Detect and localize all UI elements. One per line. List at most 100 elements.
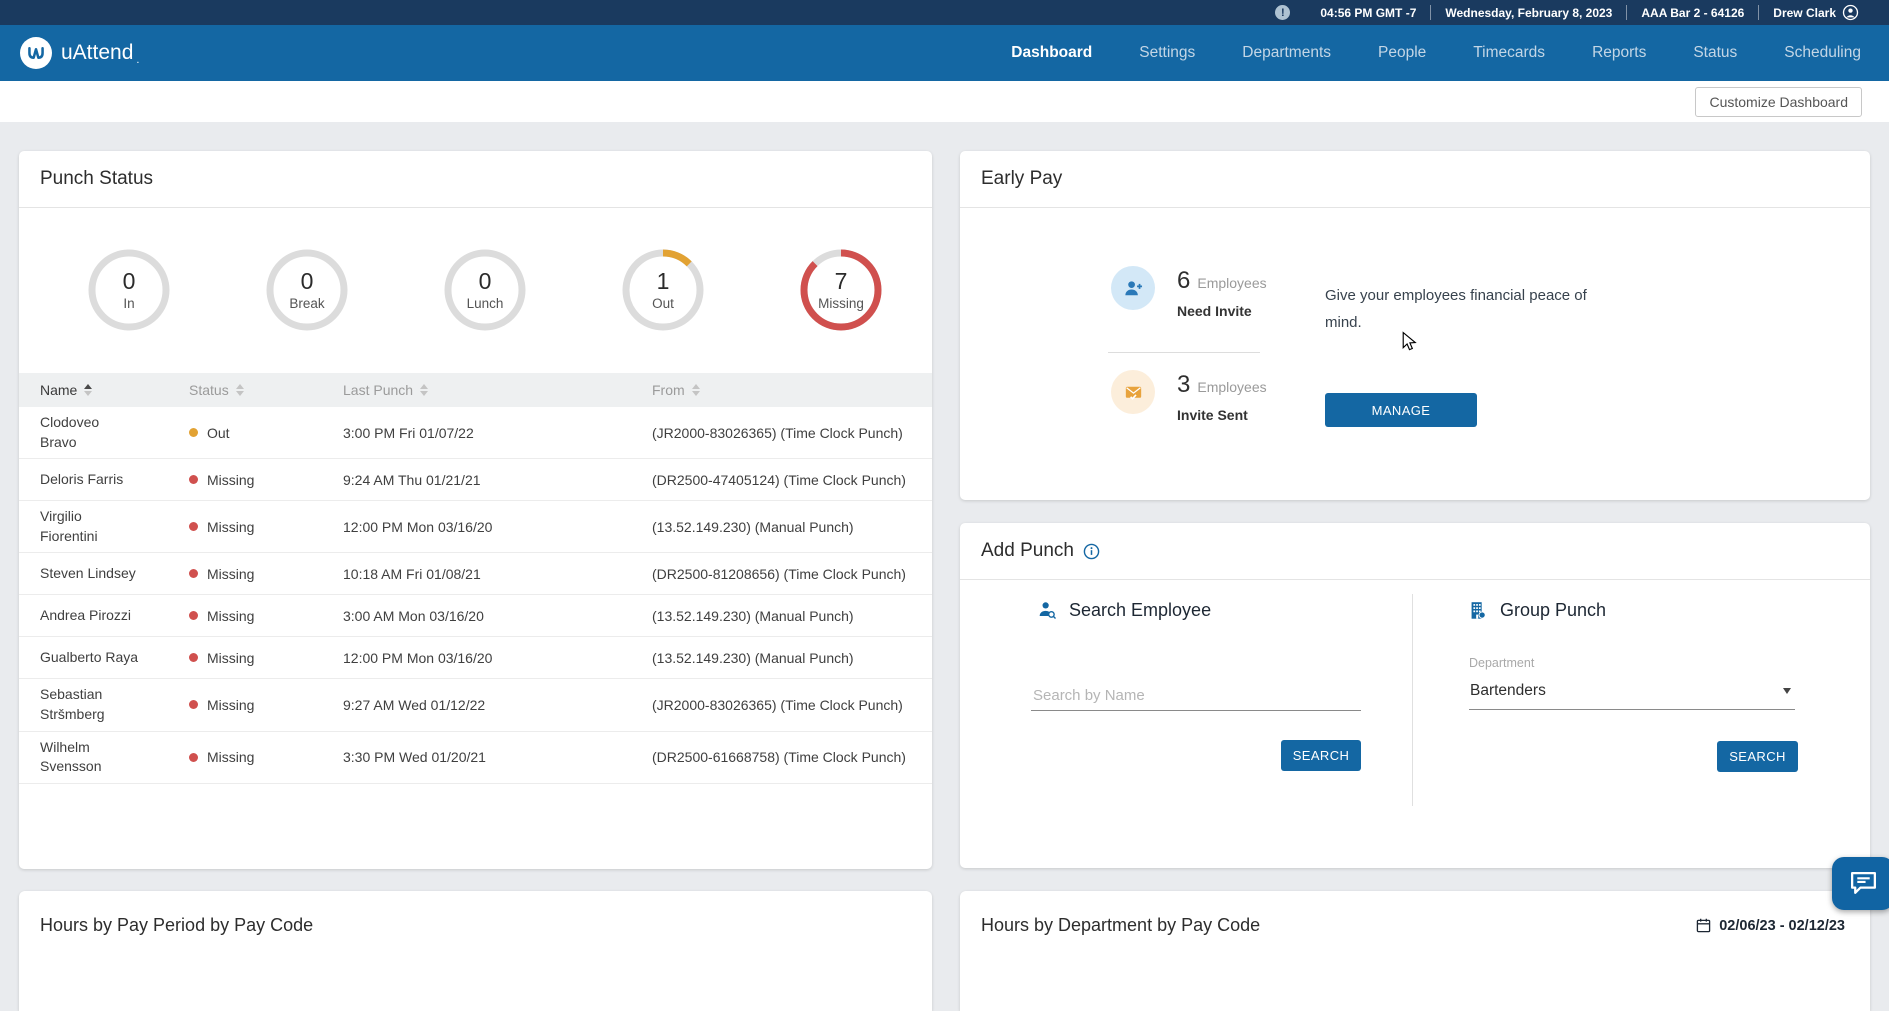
table-body: Clodoveo Bravo Out 3:00 PM Fri 01/07/22 … xyxy=(19,407,932,784)
status-dot-icon xyxy=(189,569,198,578)
status-dot-icon xyxy=(189,700,198,709)
last-punch: 3:00 PM Fri 01/07/22 xyxy=(343,425,652,441)
nav-timecards[interactable]: Timecards xyxy=(1473,44,1545,62)
nav-status[interactable]: Status xyxy=(1693,44,1737,62)
brand-logo[interactable]: uAttend . xyxy=(20,37,139,69)
early-pay-description: Give your employees financial peace of m… xyxy=(1325,282,1597,336)
uattend-logo-icon xyxy=(20,37,52,69)
need-invite-label: Need Invite xyxy=(1177,303,1267,319)
punch-status-table: Name Status Last Punch From Clodoveo Bra… xyxy=(19,373,932,784)
date-range-value: 02/06/23 - 02/12/23 xyxy=(1719,918,1845,934)
search-employee-heading: Search Employee xyxy=(1069,600,1211,621)
last-punch: 3:00 AM Mon 03/16/20 xyxy=(343,608,652,624)
early-pay-card: Early Pay 6Employees Need Invite xyxy=(960,151,1870,500)
user-menu[interactable]: Drew Clark xyxy=(1758,5,1873,20)
status-text: Missing xyxy=(207,697,254,713)
donut-value: 1 xyxy=(657,269,670,293)
brand-name: uAttend xyxy=(61,41,133,65)
user-name: Drew Clark xyxy=(1773,6,1836,20)
punch-status-donut: 0 Lunch xyxy=(441,246,529,334)
stat-divider xyxy=(1108,352,1260,353)
topbar-date: Wednesday, February 8, 2023 xyxy=(1430,5,1626,20)
status-dot-icon xyxy=(189,611,198,620)
punch-source: (JR2000-83026365) (Time Clock Punch) xyxy=(652,425,932,441)
employee-name: Wilhelm Svensson xyxy=(40,739,101,775)
sort-icon xyxy=(236,384,244,396)
table-row[interactable]: Steven Lindsey Missing 10:18 AM Fri 01/0… xyxy=(19,553,932,595)
navbar: uAttend . Dashboard Settings Departments… xyxy=(0,25,1889,81)
status-dot-icon xyxy=(189,653,198,662)
hours-by-department-title: Hours by Department by Pay Code xyxy=(981,915,1260,936)
donut-label: Lunch xyxy=(467,296,504,311)
search-employee-input[interactable] xyxy=(1031,681,1361,711)
table-row[interactable]: Sebastian Stršmberg Missing 9:27 AM Wed … xyxy=(19,679,932,731)
employee-name: Steven Lindsey xyxy=(40,565,136,581)
nav-people[interactable]: People xyxy=(1378,44,1426,62)
sort-icon xyxy=(692,384,700,396)
topbar-account[interactable]: AAA Bar 2 - 64126 xyxy=(1626,5,1758,20)
chat-button[interactable] xyxy=(1832,857,1889,910)
column-header-from[interactable]: From xyxy=(652,382,932,398)
nav-departments[interactable]: Departments xyxy=(1242,44,1331,62)
column-header-name[interactable]: Name xyxy=(19,382,189,398)
topbar-alerts[interactable]: ! xyxy=(1261,5,1306,20)
table-row[interactable]: Wilhelm Svensson Missing 3:30 PM Wed 01/… xyxy=(19,732,932,784)
employee-name: Andrea Pirozzi xyxy=(40,607,131,623)
punch-source: (JR2000-83026365) (Time Clock Punch) xyxy=(652,697,932,713)
subheader: Customize Dashboard xyxy=(0,81,1889,122)
group-punch-search-button[interactable]: SEARCH xyxy=(1717,741,1798,772)
envelope-check-icon xyxy=(1111,370,1155,414)
manage-button[interactable]: MANAGE xyxy=(1325,393,1477,427)
search-employee-button[interactable]: SEARCH xyxy=(1281,740,1361,771)
invite-sent-count: 3 xyxy=(1177,371,1190,398)
nav-scheduling[interactable]: Scheduling xyxy=(1784,44,1861,62)
status-dot-icon xyxy=(189,475,198,484)
last-punch: 3:30 PM Wed 01/20/21 xyxy=(343,749,652,765)
group-punch-heading: Group Punch xyxy=(1500,600,1606,621)
table-row[interactable]: Deloris Farris Missing 9:24 AM Thu 01/21… xyxy=(19,459,932,501)
donut-label: Break xyxy=(289,296,324,311)
main-nav: Dashboard Settings Departments People Ti… xyxy=(1011,44,1861,62)
sort-icon xyxy=(84,384,92,396)
nav-dashboard[interactable]: Dashboard xyxy=(1011,44,1092,62)
donut-value: 0 xyxy=(301,269,314,293)
chevron-down-icon xyxy=(1783,688,1791,694)
need-invite-stat: 6Employees Need Invite xyxy=(1111,266,1267,319)
calendar-icon xyxy=(1696,918,1711,933)
punch-status-title: Punch Status xyxy=(40,168,153,190)
person-plus-icon xyxy=(1111,266,1155,310)
column-header-status[interactable]: Status xyxy=(189,382,343,398)
table-header: Name Status Last Punch From xyxy=(19,373,932,407)
last-punch: 10:18 AM Fri 01/08/21 xyxy=(343,566,652,582)
punch-source: (DR2500-81208656) (Time Clock Punch) xyxy=(652,566,932,582)
table-row[interactable]: Gualberto Raya Missing 12:00 PM Mon 03/1… xyxy=(19,637,932,679)
status-dot-icon xyxy=(189,428,198,437)
nav-settings[interactable]: Settings xyxy=(1139,44,1195,62)
status-text: Missing xyxy=(207,519,254,535)
donut-label: In xyxy=(123,296,134,311)
department-label: Department xyxy=(1469,656,1534,670)
punch-status-donut: 1 Out xyxy=(619,246,707,334)
user-avatar-icon xyxy=(1842,4,1859,21)
last-punch: 12:00 PM Mon 03/16/20 xyxy=(343,650,652,666)
table-row[interactable]: Clodoveo Bravo Out 3:00 PM Fri 01/07/22 … xyxy=(19,407,932,459)
department-select[interactable]: Bartenders xyxy=(1469,672,1795,710)
table-row[interactable]: Andrea Pirozzi Missing 3:00 AM Mon 03/16… xyxy=(19,595,932,637)
early-pay-title: Early Pay xyxy=(981,168,1062,190)
punch-source: (DR2500-47405124) (Time Clock Punch) xyxy=(652,472,932,488)
need-invite-count: 6 xyxy=(1177,267,1190,294)
nav-reports[interactable]: Reports xyxy=(1592,44,1646,62)
column-header-last-punch[interactable]: Last Punch xyxy=(343,382,652,398)
sort-icon xyxy=(420,384,428,396)
employee-name: Clodoveo Bravo xyxy=(40,414,99,450)
customize-dashboard-button[interactable]: Customize Dashboard xyxy=(1695,87,1862,117)
info-icon[interactable] xyxy=(1083,543,1100,560)
punch-source: (13.52.149.230) (Manual Punch) xyxy=(652,519,932,535)
table-row[interactable]: Virgilio Fiorentini Missing 12:00 PM Mon… xyxy=(19,501,932,553)
donut-label: Missing xyxy=(818,296,864,311)
date-range-picker[interactable]: 02/06/23 - 02/12/23 xyxy=(1696,918,1845,934)
status-text: Out xyxy=(207,425,230,441)
last-punch: 9:27 AM Wed 01/12/22 xyxy=(343,697,652,713)
topbar: ! 04:56 PM GMT -7 Wednesday, February 8,… xyxy=(0,0,1889,25)
status-text: Missing xyxy=(207,566,254,582)
